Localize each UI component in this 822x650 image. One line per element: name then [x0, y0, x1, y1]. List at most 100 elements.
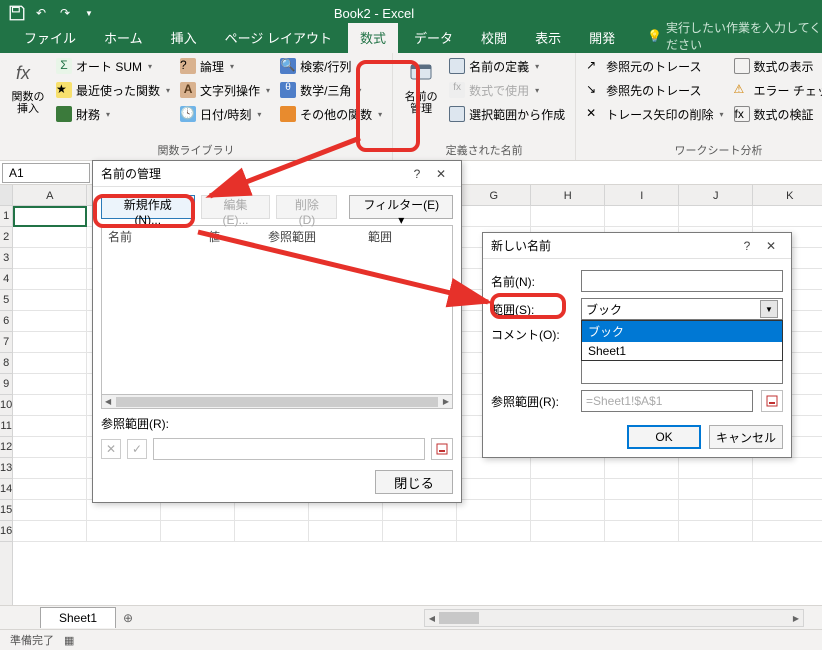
qat-dropdown-icon[interactable]: ▼ [80, 4, 98, 22]
refers-to-input[interactable] [581, 390, 753, 412]
cell[interactable] [13, 479, 87, 500]
collapse-dialog-icon[interactable] [431, 438, 453, 460]
cell[interactable] [679, 500, 753, 521]
cell[interactable] [753, 458, 822, 479]
rowhdr-14[interactable]: 14 [0, 479, 12, 500]
text-button[interactable]: A文字列操作▾ [176, 79, 274, 101]
hscroll-left-icon[interactable]: ◀ [102, 397, 114, 406]
insert-function-button[interactable]: fx 関数の挿入 [6, 55, 50, 129]
rowhdr-12[interactable]: 12 [0, 437, 12, 458]
help-icon[interactable]: ? [735, 239, 759, 253]
logical-button[interactable]: ?論理▾ [176, 55, 274, 77]
cell[interactable] [13, 416, 87, 437]
autosum-button[interactable]: Σオート SUM▾ [52, 55, 174, 77]
cell[interactable] [457, 458, 531, 479]
cell[interactable] [13, 521, 87, 542]
cell[interactable] [13, 248, 87, 269]
cell[interactable] [531, 479, 605, 500]
more-fn-button[interactable]: その他の関数▾ [276, 103, 386, 125]
cell[interactable] [13, 437, 87, 458]
cell[interactable] [13, 206, 87, 227]
create-from-selection-button[interactable]: 選択範囲から作成 [445, 103, 569, 125]
cell[interactable] [531, 521, 605, 542]
remove-arrows-button[interactable]: ✕トレース矢印の削除▾ [582, 103, 727, 125]
rowhdr-7[interactable]: 7 [0, 332, 12, 353]
cell[interactable] [605, 521, 679, 542]
colhdr-J[interactable]: J [679, 185, 753, 206]
col-name[interactable]: 名前 [102, 226, 202, 248]
cell[interactable] [13, 458, 87, 479]
delete-name-button[interactable]: 削除(D) [276, 195, 337, 219]
rowhdr-5[interactable]: 5 [0, 290, 12, 311]
cell[interactable] [235, 500, 309, 521]
colhdr-H[interactable]: H [531, 185, 605, 206]
financial-button[interactable]: 財務▾ [52, 103, 174, 125]
trace-dependents-button[interactable]: ↘参照先のトレース [582, 79, 727, 101]
show-formulas-button[interactable]: 数式の表示 [730, 55, 822, 77]
cancel-ref-icon[interactable]: ✕ [101, 439, 121, 459]
cell[interactable] [13, 353, 87, 374]
colhdr-G[interactable]: G [457, 185, 531, 206]
name-manager-button[interactable]: 名前の管理 [399, 55, 443, 129]
cell[interactable] [87, 500, 161, 521]
accept-ref-icon[interactable]: ✓ [127, 439, 147, 459]
cell[interactable] [753, 521, 822, 542]
rowhdr-6[interactable]: 6 [0, 311, 12, 332]
ok-button[interactable]: OK [627, 425, 701, 449]
chevron-down-icon[interactable]: ▼ [760, 300, 778, 318]
tab-developer[interactable]: 開発 [577, 23, 627, 53]
recent-fn-button[interactable]: ★最近使った関数▾ [52, 79, 174, 101]
collapse-dialog-icon[interactable] [761, 390, 783, 412]
cancel-button[interactable]: キャンセル [709, 425, 783, 449]
tell-me[interactable]: 💡 実行したい作業を入力してください [631, 19, 822, 53]
scope-combobox[interactable]: ブック ▼ [581, 298, 783, 320]
rowhdr-4[interactable]: 4 [0, 269, 12, 290]
close-icon[interactable]: ✕ [429, 167, 453, 181]
tab-data[interactable]: データ [402, 23, 465, 53]
trace-precedents-button[interactable]: ↗参照元のトレース [582, 55, 727, 77]
colhdr-A[interactable]: A [13, 185, 87, 206]
lookup-button[interactable]: 🔍検索/行列▾ [276, 55, 386, 77]
cell[interactable] [457, 206, 531, 227]
rowhdr-15[interactable]: 15 [0, 500, 12, 521]
col-scope[interactable]: 範囲 [362, 226, 452, 248]
cell[interactable] [753, 479, 822, 500]
cell[interactable] [605, 458, 679, 479]
datetime-button[interactable]: 🕓日付/時刻▾ [176, 103, 274, 125]
cell[interactable] [531, 458, 605, 479]
cell[interactable] [13, 269, 87, 290]
tab-view[interactable]: 表示 [523, 23, 573, 53]
cell[interactable] [309, 521, 383, 542]
rowhdr-16[interactable]: 16 [0, 521, 12, 542]
cell[interactable] [531, 500, 605, 521]
rowhdr-11[interactable]: 11 [0, 416, 12, 437]
scope-option-sheet1[interactable]: Sheet1 [582, 342, 782, 360]
horizontal-scrollbar[interactable]: ◀ ▶ [424, 609, 804, 627]
cell[interactable] [679, 479, 753, 500]
define-name-button[interactable]: 名前の定義▾ [445, 55, 569, 77]
tab-home[interactable]: ホーム [92, 23, 155, 53]
cell[interactable] [235, 521, 309, 542]
tab-review[interactable]: 校閲 [469, 23, 519, 53]
save-icon[interactable] [8, 4, 26, 22]
rowhdr-10[interactable]: 10 [0, 395, 12, 416]
rowhdr-3[interactable]: 3 [0, 248, 12, 269]
cell[interactable] [161, 521, 235, 542]
use-in-formula-button[interactable]: fx数式で使用▾ [445, 79, 569, 101]
cell[interactable] [383, 500, 457, 521]
tab-page-layout[interactable]: ページ レイアウト [213, 23, 344, 53]
rowhdr-9[interactable]: 9 [0, 374, 12, 395]
help-icon[interactable]: ? [405, 167, 429, 181]
cell[interactable] [531, 206, 605, 227]
redo-icon[interactable]: ↷ [56, 4, 74, 22]
tab-file[interactable]: ファイル [12, 23, 88, 53]
scroll-left-icon[interactable]: ◀ [425, 611, 439, 625]
cell[interactable] [13, 500, 87, 521]
rowhdr-13[interactable]: 13 [0, 458, 12, 479]
col-value[interactable]: 値 [202, 226, 262, 248]
tab-insert[interactable]: 挿入 [159, 23, 209, 53]
rowhdr-1[interactable]: 1 [0, 206, 12, 227]
cell[interactable] [87, 521, 161, 542]
new-sheet-button[interactable]: ⊕ [118, 608, 138, 628]
name-box[interactable]: A1 [2, 163, 90, 183]
